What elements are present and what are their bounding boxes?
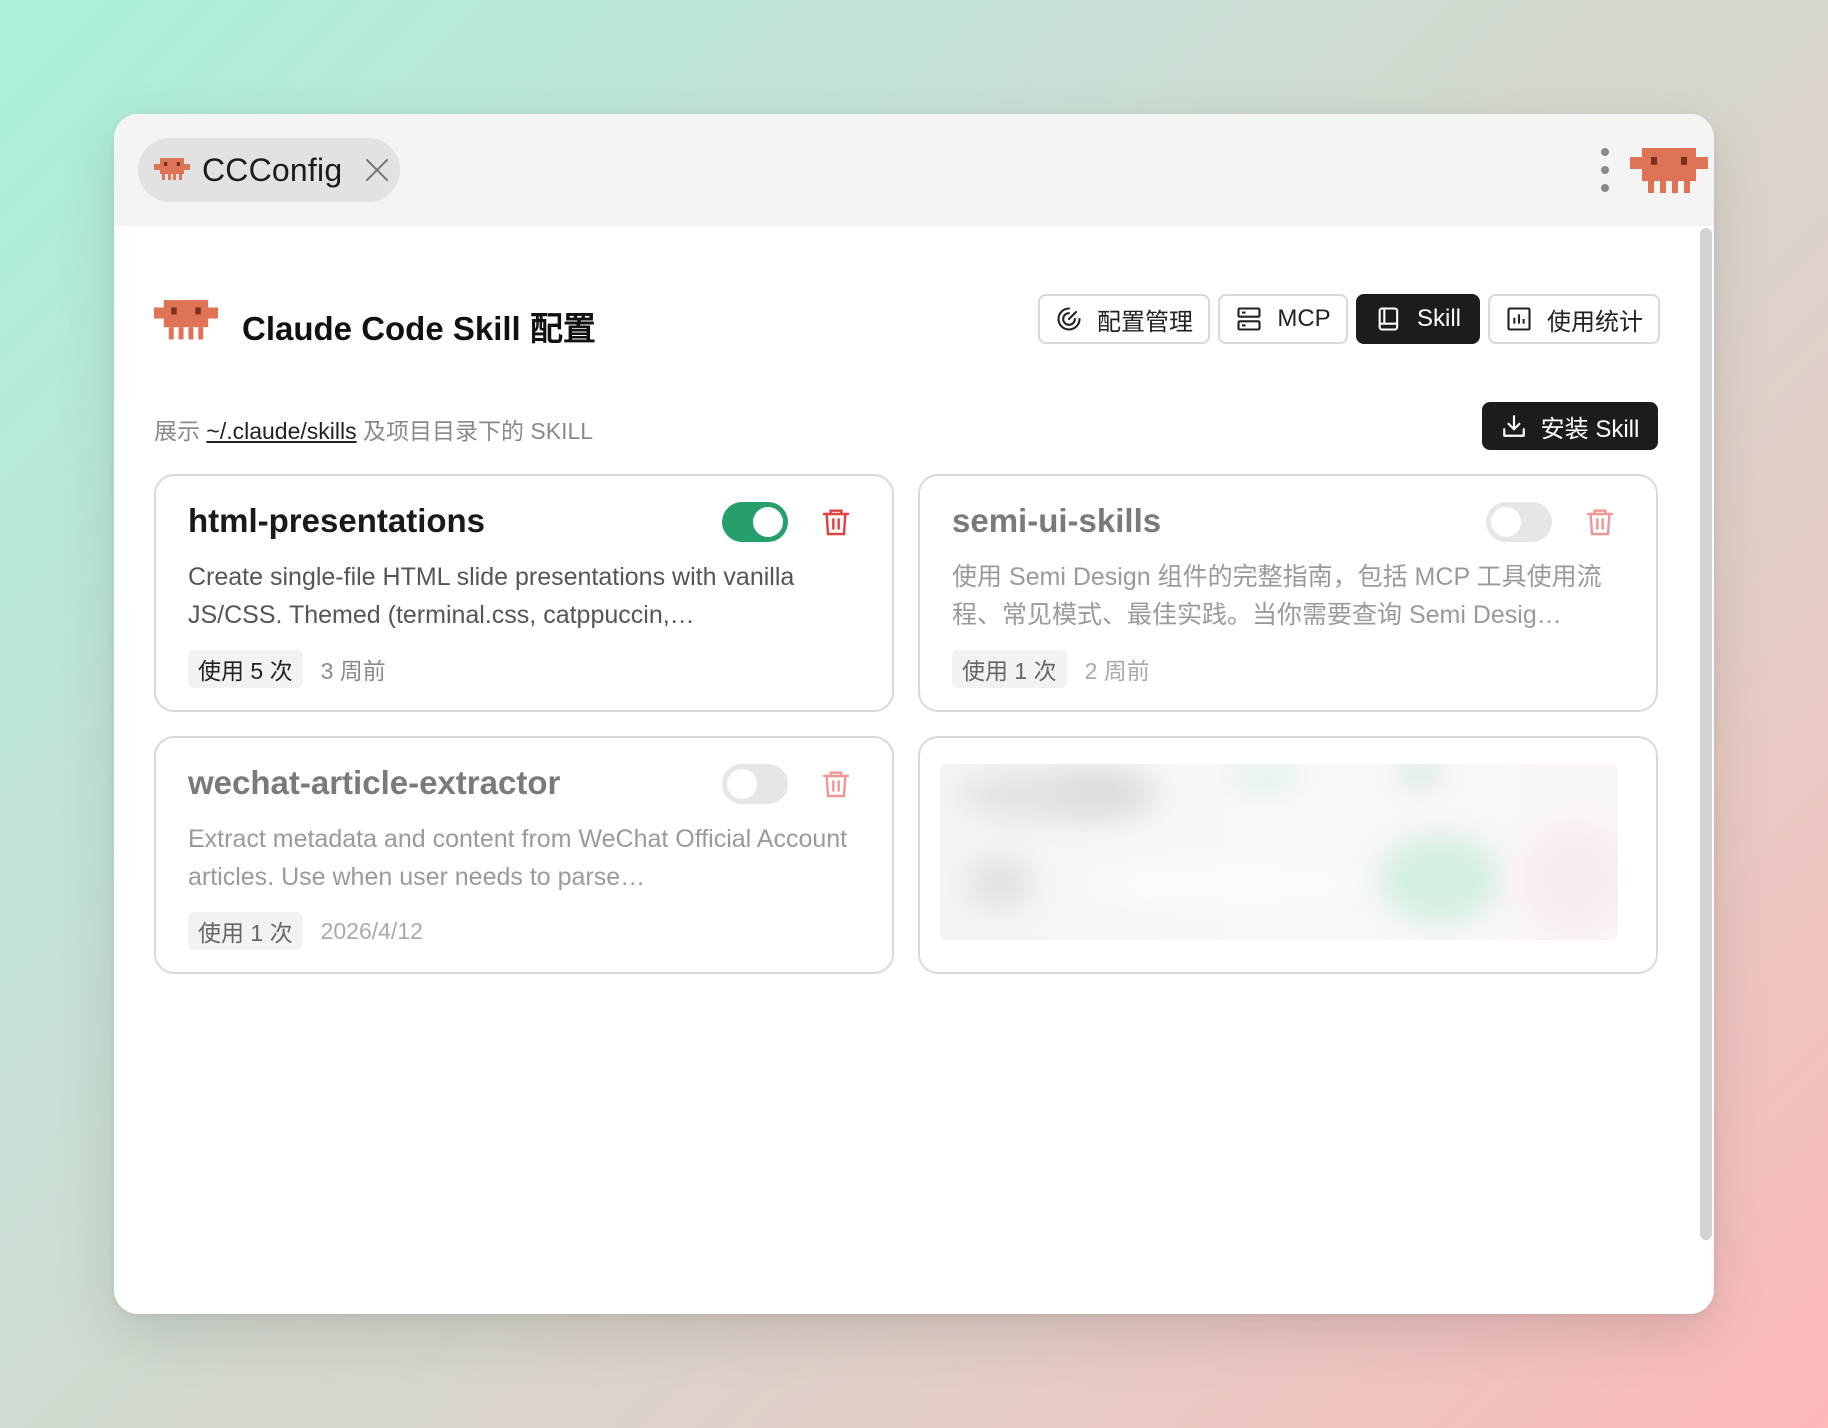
redacted-content [940,764,1618,940]
title-bar: CCConfig [114,114,1714,226]
app-tab[interactable]: CCConfig [138,138,400,202]
trash-icon[interactable] [820,768,852,800]
skill-card[interactable]: html-presentations Create single-file HT… [154,474,894,712]
skill-enable-toggle[interactable] [1486,502,1552,542]
download-icon [1502,415,1525,437]
page-title: Claude Code Skill 配置 [242,310,596,347]
app-tab-label: CCConfig [202,151,343,188]
skill-meta: 使用 5 次 3 周前 [188,650,386,688]
last-used-time: 2026/4/12 [320,917,423,944]
skill-description: Create single-file HTML slide presentati… [188,563,795,629]
skill-name: semi-ui-skills [952,502,1162,539]
skill-meta: 使用 1 次 2026/4/12 [188,912,423,950]
last-used-time: 3 周前 [320,658,386,684]
skill-name: wechat-article-extractor [188,764,561,801]
nav-config-label: 配置管理 [1097,308,1193,336]
scrollbar-thumb[interactable] [1700,228,1712,1240]
skill-card-redacted[interactable] [918,736,1658,974]
crab-logo-icon [154,158,190,180]
skill-enable-toggle[interactable] [722,764,788,804]
usage-count-badge: 使用 1 次 [188,912,303,950]
description-prefix: 展示 [154,418,200,444]
app-window: CCConfig Claude Code Skill 配置 配置管理 MCP S… [114,114,1714,1314]
description-suffix: 及项目目录下的 SKILL [363,418,594,444]
gauge-icon [1057,307,1081,331]
nav-mcp-button[interactable]: MCP [1218,294,1348,344]
crab-logo-icon [1630,148,1708,193]
skill-card[interactable]: wechat-article-extractor Extract metadat… [154,736,894,974]
skill-enable-toggle[interactable] [722,502,788,542]
install-skill-button[interactable]: 安装 Skill [1482,402,1658,450]
nav-stats-label: 使用统计 [1547,308,1643,336]
usage-count-badge: 使用 1 次 [952,650,1067,688]
skills-path-link[interactable]: ~/.claude/skills [206,418,356,444]
nav-mcp-label: MCP [1277,305,1331,332]
install-skill-label: 安装 Skill [1540,415,1640,443]
last-used-time: 2 周前 [1084,658,1150,684]
book-icon [1378,307,1399,331]
more-menu-icon[interactable] [1600,148,1610,192]
bar-chart-icon [1507,307,1531,331]
skill-description: Extract metadata and content from WeChat… [188,825,848,891]
nav-skill-label: Skill [1416,305,1461,332]
server-icon [1237,307,1261,331]
skills-path-description: 展示 ~/.claude/skills 及项目目录下的 SKILL [154,412,593,446]
crab-logo-icon [154,300,218,340]
nav-stats-button[interactable]: 使用统计 [1488,294,1660,344]
skill-description: 使用 Semi Design 组件的完整指南，包括 MCP 工具使用流程、常见模… [952,563,1602,629]
trash-icon[interactable] [820,506,852,538]
close-icon[interactable] [362,155,392,185]
trash-icon[interactable] [1584,506,1616,538]
skill-meta: 使用 1 次 2 周前 [952,650,1150,688]
nav-skill-button[interactable]: Skill [1356,294,1480,344]
usage-count-badge: 使用 5 次 [188,650,303,688]
nav-config-button[interactable]: 配置管理 [1038,294,1210,344]
skill-name: html-presentations [188,502,486,539]
skill-card[interactable]: semi-ui-skills 使用 Semi Design 组件的完整指南，包括… [918,474,1658,712]
